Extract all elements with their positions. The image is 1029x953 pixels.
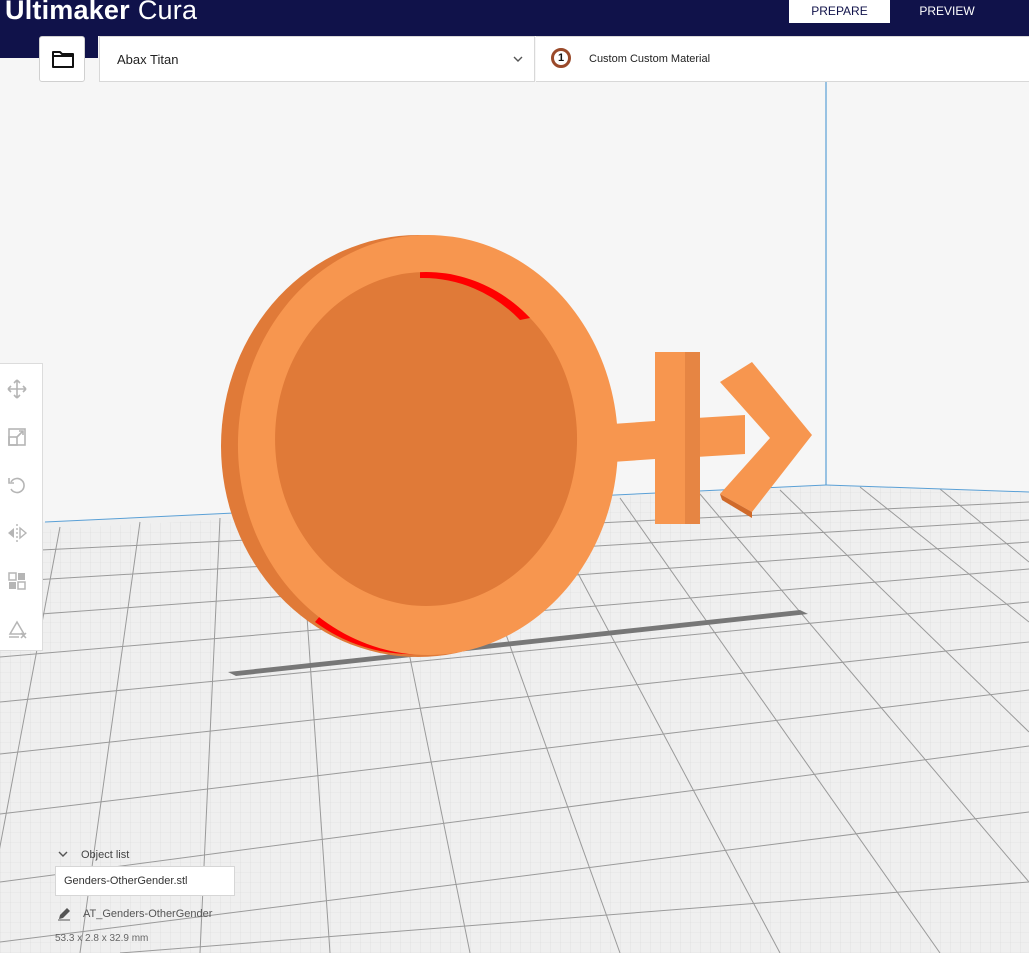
brand-name: Ultimaker — [5, 0, 130, 25]
move-tool-button[interactable] — [6, 378, 28, 400]
scale-tool-button[interactable] — [6, 426, 28, 448]
chevron-down-icon — [513, 56, 523, 62]
brand-product: Cura — [137, 0, 198, 25]
mirror-tool-button[interactable] — [6, 522, 28, 544]
object-dimensions: 53.3 x 2.8 x 32.9 mm — [55, 933, 149, 944]
open-file-button[interactable] — [39, 36, 85, 82]
rotate-tool-button[interactable] — [6, 474, 28, 496]
scale-icon — [8, 428, 26, 446]
extruder-badge: 1 — [551, 48, 571, 68]
tab-prepare[interactable]: PREPARE — [789, 0, 890, 23]
printer-name: Abax Titan — [117, 52, 179, 67]
app-logo: Ultimaker Cura — [5, 0, 197, 28]
object-list-label: Object list — [81, 849, 130, 861]
build-plate-scene — [0, 82, 1029, 953]
object-name-row[interactable]: AT_Genders-OtherGender — [55, 906, 295, 922]
move-icon — [7, 379, 27, 399]
folder-icon — [52, 51, 74, 68]
tab-preview[interactable]: PREVIEW — [900, 0, 994, 23]
per-model-settings-icon — [8, 572, 26, 590]
print-settings-panel[interactable]: 1 Custom Custom Material — [536, 36, 1029, 82]
object-item-name: AT_Genders-OtherGender — [83, 908, 213, 920]
object-file-name: Genders-OtherGender.stl — [64, 875, 188, 887]
object-file-entry[interactable]: Genders-OtherGender.stl — [55, 866, 235, 896]
edit-icon — [58, 908, 70, 921]
support-blocker-button[interactable] — [6, 618, 28, 640]
chevron-down-icon — [58, 851, 68, 857]
rotate-icon — [8, 477, 25, 494]
support-blocker-icon — [8, 620, 27, 639]
printer-selector[interactable]: Abax Titan — [99, 36, 535, 82]
top-header: Ultimaker Cura PREPARE PREVIEW — [0, 0, 1029, 36]
3d-viewport[interactable] — [0, 82, 1029, 953]
material-name: Custom Custom Material — [589, 53, 711, 65]
per-model-settings-button[interactable] — [6, 570, 28, 592]
mirror-icon — [8, 524, 28, 542]
tool-panel — [0, 363, 43, 651]
